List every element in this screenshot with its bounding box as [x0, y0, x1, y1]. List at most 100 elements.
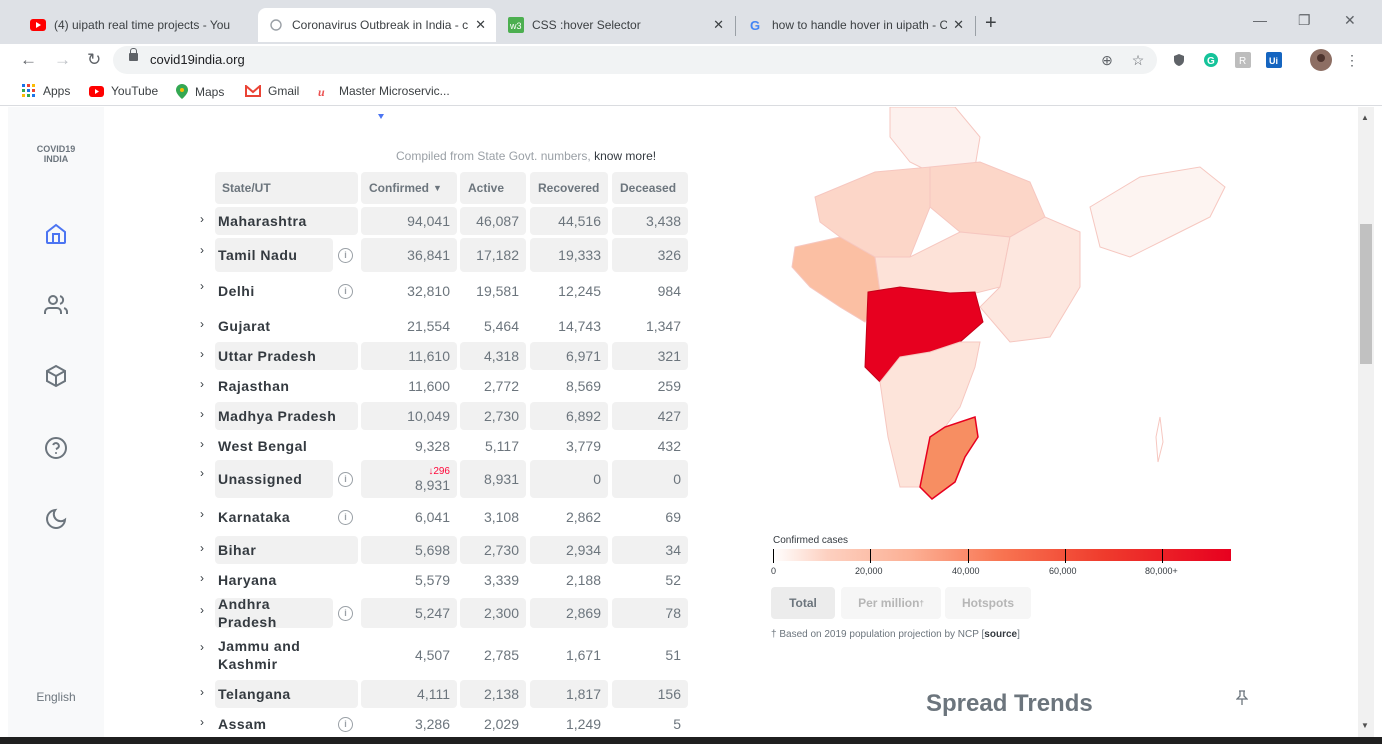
package-icon[interactable]: [44, 364, 68, 388]
header-deceased[interactable]: Deceased: [612, 172, 688, 204]
menu-kebab-icon[interactable]: ⋮: [1344, 52, 1360, 68]
cell-active: 5,464: [483, 318, 519, 334]
tab-covid19india[interactable]: Coronavirus Outbreak in India - c ✕: [258, 8, 496, 42]
back-button[interactable]: ←: [20, 50, 37, 70]
close-tab-icon[interactable]: ✕: [475, 17, 486, 33]
language-selector[interactable]: English: [8, 690, 104, 704]
map-per-million-button[interactable]: Per million †: [841, 587, 941, 619]
map-hotspots-button[interactable]: Hotspots: [945, 587, 1031, 619]
install-icon[interactable]: ⊕: [1099, 52, 1115, 68]
site-logo[interactable]: COVID19 INDIA: [8, 144, 104, 164]
info-icon[interactable]: i: [338, 247, 353, 263]
info-icon[interactable]: i: [338, 283, 353, 299]
state-name[interactable]: Karnataka: [215, 502, 333, 532]
bookmark-maps[interactable]: Maps: [176, 84, 224, 99]
map-region-northeast[interactable]: [1089, 166, 1226, 258]
cell-recovered: 2,188: [565, 572, 601, 588]
minimize-button[interactable]: —: [1253, 12, 1267, 28]
extension-shield-icon[interactable]: [1171, 52, 1187, 68]
reload-button[interactable]: ↻: [87, 50, 101, 70]
expand-chevron-icon[interactable]: ›: [200, 317, 204, 331]
header-confirmed[interactable]: Confirmed ▼: [361, 172, 457, 204]
expand-chevron-icon[interactable]: ›: [200, 685, 204, 699]
expand-chevron-icon[interactable]: ›: [200, 715, 204, 729]
dark-mode-moon-icon[interactable]: [44, 507, 68, 531]
forward-button[interactable]: →: [54, 50, 71, 70]
expand-chevron-icon[interactable]: ›: [200, 212, 204, 226]
know-more-link[interactable]: know more!: [594, 149, 656, 163]
page-scrollbar[interactable]: [1358, 107, 1374, 737]
state-name[interactable]: Madhya Pradesh: [215, 402, 358, 430]
expand-chevron-icon[interactable]: ›: [200, 466, 204, 480]
profile-avatar[interactable]: [1310, 49, 1332, 71]
expand-chevron-icon[interactable]: ›: [200, 507, 204, 521]
info-icon[interactable]: i: [338, 716, 353, 732]
scrollbar-thumb[interactable]: [1360, 224, 1372, 364]
cell-confirmed: 5,579: [414, 572, 450, 588]
state-name[interactable]: Assam: [215, 710, 333, 737]
info-icon[interactable]: i: [338, 509, 353, 525]
state-name[interactable]: Rajasthan: [215, 372, 358, 400]
map-region-islands[interactable]: [1155, 416, 1164, 463]
expand-chevron-icon[interactable]: ›: [200, 347, 204, 361]
header-state[interactable]: State/UT: [215, 172, 358, 204]
expand-chevron-icon[interactable]: ›: [200, 377, 204, 391]
help-circle-icon[interactable]: [44, 436, 68, 460]
extension-r-icon[interactable]: R: [1235, 52, 1251, 68]
state-name[interactable]: Delhi: [215, 274, 333, 308]
close-window-button[interactable]: ✕: [1344, 12, 1356, 29]
state-name[interactable]: Uttar Pradesh: [215, 342, 358, 370]
uipath-extension-icon[interactable]: Ui: [1266, 52, 1282, 68]
cell-deceased: 51: [665, 647, 681, 663]
state-name[interactable]: Andhra Pradesh: [215, 596, 333, 630]
state-name[interactable]: Maharashtra: [215, 207, 358, 235]
expand-chevron-icon[interactable]: ›: [200, 279, 204, 293]
address-bar[interactable]: covid19india.org: [113, 46, 1157, 74]
state-name[interactable]: Bihar: [215, 536, 358, 564]
info-icon[interactable]: i: [338, 605, 353, 621]
close-tab-icon[interactable]: ✕: [713, 17, 724, 33]
expand-chevron-icon[interactable]: ›: [200, 541, 204, 555]
bookmark-apps[interactable]: Apps: [22, 84, 70, 98]
population-note: † Based on 2019 population projection by…: [771, 629, 1020, 640]
map-total-button[interactable]: Total: [771, 587, 835, 619]
state-name[interactable]: West Bengal: [215, 432, 358, 460]
tab-youtube[interactable]: (4) uipath real time projects - You: [20, 8, 256, 42]
tab-css-hover[interactable]: w3 CSS :hover Selector ✕: [498, 8, 734, 42]
state-name[interactable]: Haryana: [215, 566, 358, 594]
youtube-icon: [30, 17, 46, 33]
expand-chevron-icon[interactable]: ›: [200, 571, 204, 585]
maps-pin-icon: [176, 84, 188, 99]
bookmark-youtube[interactable]: YouTube: [89, 84, 158, 98]
tab-google-search[interactable]: G how to handle hover in uipath - C ✕: [738, 8, 974, 42]
state-name[interactable]: Gujarat: [215, 312, 358, 340]
scroll-up-arrow[interactable]: ▲: [1361, 113, 1369, 122]
bookmark-gmail[interactable]: Gmail: [245, 84, 299, 98]
expand-chevron-icon[interactable]: ›: [200, 603, 204, 617]
pin-icon[interactable]: [1235, 690, 1249, 709]
source-link[interactable]: source: [984, 629, 1017, 640]
expand-chevron-icon[interactable]: ›: [200, 407, 204, 421]
tab-title: Coronavirus Outbreak in India - c: [292, 18, 469, 32]
expand-chevron-icon[interactable]: ›: [200, 640, 204, 654]
new-tab-button[interactable]: +: [985, 12, 997, 35]
users-icon[interactable]: [44, 293, 68, 317]
expand-chevron-icon[interactable]: ›: [200, 243, 204, 257]
map-region-up[interactable]: [929, 161, 1046, 238]
info-icon[interactable]: i: [338, 471, 353, 487]
grammarly-icon[interactable]: G: [1203, 52, 1219, 68]
bookmark-star-icon[interactable]: ☆: [1130, 52, 1146, 68]
bookmark-microservices[interactable]: u Master Microservic...: [318, 84, 450, 98]
home-icon[interactable]: [44, 222, 68, 246]
close-tab-icon[interactable]: ✕: [953, 17, 964, 33]
restore-button[interactable]: ❐: [1298, 12, 1311, 29]
header-recovered[interactable]: Recovered: [530, 172, 608, 204]
expand-chevron-icon[interactable]: ›: [200, 437, 204, 451]
state-name[interactable]: Tamil Nadu: [215, 238, 333, 272]
state-name[interactable]: Unassigned: [215, 460, 333, 498]
state-name[interactable]: Jammu and Kashmir: [215, 634, 335, 676]
scroll-down-arrow[interactable]: ▼: [1361, 721, 1369, 730]
state-name[interactable]: Telangana: [215, 680, 358, 708]
header-active[interactable]: Active: [460, 172, 526, 204]
india-map[interactable]: [780, 107, 1240, 527]
